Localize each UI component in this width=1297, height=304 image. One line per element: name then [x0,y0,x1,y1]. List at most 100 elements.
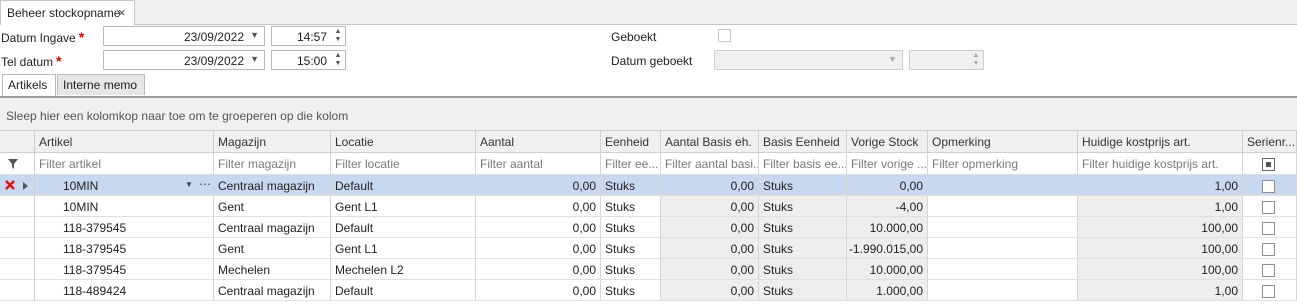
filter-serienr-checkbox[interactable] [1262,158,1275,171]
cell-magazijn[interactable]: Centraal magazijn [214,217,331,238]
cell-vorige-stock[interactable]: 1.000,00 [847,280,928,301]
column-header-aantal[interactable]: Aantal [476,131,601,153]
cell-locatie[interactable]: Gent L1 [331,196,476,217]
cell-artikel[interactable]: 10MIN [35,196,214,217]
cell-aantal[interactable]: 0,00 [476,217,601,238]
row-indicator-cell[interactable] [0,175,35,196]
cell-aantal[interactable]: 0,00 [476,238,601,259]
spinner-arrows-icon[interactable]: ▲ ▼ [333,52,343,68]
close-icon[interactable]: × [118,5,126,20]
column-header-basis-eenheid[interactable]: Basis Eenheid [759,131,847,153]
cell-locatie[interactable]: Gent L1 [331,238,476,259]
tel-datum-date-field[interactable]: 23/09/2022 ▼ [103,50,265,70]
cell-basis-eenheid[interactable]: Stuks [759,175,847,196]
ellipsis-icon[interactable]: ⋯ [199,177,211,191]
datum-ingave-date-field[interactable]: 23/09/2022 ▼ [103,26,265,46]
row-indicator-cell[interactable] [0,259,35,280]
cell-opmerking[interactable] [928,280,1078,301]
cell-kostprijs[interactable]: 1,00 [1078,280,1243,301]
column-header-eenheid[interactable]: Eenheid [601,131,661,153]
cell-vorige-stock[interactable]: 10.000,00 [847,259,928,280]
filter-icon[interactable] [8,159,18,169]
cell-serienr[interactable] [1243,238,1297,259]
dropdown-arrow-icon[interactable]: ▼ [250,54,259,64]
column-header-locatie[interactable]: Locatie [331,131,476,153]
cell-kostprijs[interactable]: 100,00 [1078,259,1243,280]
geboekt-checkbox[interactable] [718,29,731,42]
cell-aantal-basis[interactable]: 0,00 [661,280,759,301]
dropdown-arrow-icon[interactable]: ▼ [250,30,259,40]
cell-locatie[interactable]: Mechelen L2 [331,259,476,280]
cell-kostprijs[interactable]: 1,00 [1078,196,1243,217]
cell-basis-eenheid[interactable]: Stuks [759,280,847,301]
filter-locatie[interactable]: Filter locatie [331,153,476,175]
table-row[interactable]: 118-379545 Mechelen Mechelen L2 0,00 Stuks 0,… [0,259,1297,280]
cell-serienr[interactable] [1243,280,1297,301]
serienr-checkbox[interactable] [1262,201,1275,214]
column-header-vorige-stock[interactable]: Vorige Stock [847,131,928,153]
cell-aantal-basis[interactable]: 0,00 [661,238,759,259]
cell-magazijn[interactable]: Gent [214,196,331,217]
spinner-arrows-icon[interactable]: ▲ ▼ [333,28,343,44]
serienr-checkbox[interactable] [1262,222,1275,235]
row-indicator-cell[interactable] [0,196,35,217]
cell-artikel[interactable]: 118-379545 [35,238,214,259]
table-row[interactable]: 10MIN Gent Gent L1 0,00 Stuks 0,00 Stuks -4,00 1… [0,196,1297,217]
datum-ingave-time-field[interactable]: 14:57 ▲ ▼ [271,26,346,46]
filter-aantal[interactable]: Filter aantal [476,153,601,175]
cell-basis-eenheid[interactable]: Stuks [759,196,847,217]
cell-kostprijs[interactable]: 100,00 [1078,217,1243,238]
filter-artikel[interactable]: Filter artikel [35,153,214,175]
cell-vorige-stock[interactable]: -4,00 [847,196,928,217]
cell-eenheid[interactable]: Stuks [601,196,661,217]
cell-basis-eenheid[interactable]: Stuks [759,238,847,259]
cell-kostprijs[interactable]: 100,00 [1078,238,1243,259]
cell-opmerking[interactable] [928,238,1078,259]
cell-serienr[interactable] [1243,196,1297,217]
document-tab-beheer-stockopname[interactable]: Beheer stockopname × [0,0,135,25]
cell-eenheid[interactable]: Stuks [601,280,661,301]
cell-vorige-stock[interactable]: 10.000,00 [847,217,928,238]
dropdown-arrow-icon[interactable]: ▼ [185,180,193,189]
cell-opmerking[interactable] [928,196,1078,217]
filter-basis-eenheid[interactable]: Filter basis ee... [759,153,847,175]
filter-magazijn[interactable]: Filter magazijn [214,153,331,175]
cell-locatie[interactable]: Default [331,280,476,301]
table-row[interactable]: 118-379545 Gent Gent L1 0,00 Stuks 0,00 Stuks -… [0,238,1297,259]
cell-opmerking[interactable] [928,217,1078,238]
cell-vorige-stock[interactable]: -1.990.015,00 [847,238,928,259]
filter-kostprijs[interactable]: Filter huidige kostprijs art. [1078,153,1243,175]
cell-magazijn[interactable]: Centraal magazijn [214,175,331,196]
filter-serienr[interactable] [1243,153,1297,175]
cell-aantal-basis[interactable]: 0,00 [661,175,759,196]
column-header-aantal-basis[interactable]: Aantal Basis eh. [661,131,759,153]
cell-artikel[interactable]: 118-379545 [35,217,214,238]
column-header-kostprijs[interactable]: Huidige kostprijs art. [1078,131,1243,153]
cell-serienr[interactable] [1243,217,1297,238]
cell-aantal[interactable]: 0,00 [476,196,601,217]
serienr-checkbox[interactable] [1262,180,1275,193]
cell-magazijn[interactable]: Centraal magazijn [214,280,331,301]
cell-magazijn[interactable]: Gent [214,238,331,259]
tab-interne-memo[interactable]: Interne memo [57,74,145,95]
cell-locatie[interactable]: Default [331,217,476,238]
cell-eenheid[interactable]: Stuks [601,217,661,238]
cell-artikel[interactable]: 118-379545 [35,259,214,280]
column-header-artikel[interactable]: Artikel [35,131,214,153]
cell-serienr[interactable] [1243,175,1297,196]
cell-opmerking[interactable] [928,259,1078,280]
group-by-panel[interactable]: Sleep hier een kolomkop naar toe om te g… [0,98,1297,131]
filter-eenheid[interactable]: Filter ee... [601,153,661,175]
cell-vorige-stock[interactable]: 0,00 [847,175,928,196]
table-row[interactable]: 118-379545 Centraal magazijn Default 0,00 St… [0,217,1297,238]
serienr-checkbox[interactable] [1262,264,1275,277]
cell-eenheid[interactable]: Stuks [601,259,661,280]
row-indicator-cell[interactable] [0,217,35,238]
filter-vorige-stock[interactable]: Filter vorige ... [847,153,928,175]
cell-eenheid[interactable]: Stuks [601,238,661,259]
cell-opmerking[interactable] [928,175,1078,196]
column-header-serienr[interactable]: Serienr... [1243,131,1297,153]
cell-aantal[interactable]: 0,00 [476,175,601,196]
row-indicator-cell[interactable] [0,280,35,301]
cell-aantal-basis[interactable]: 0,00 [661,217,759,238]
